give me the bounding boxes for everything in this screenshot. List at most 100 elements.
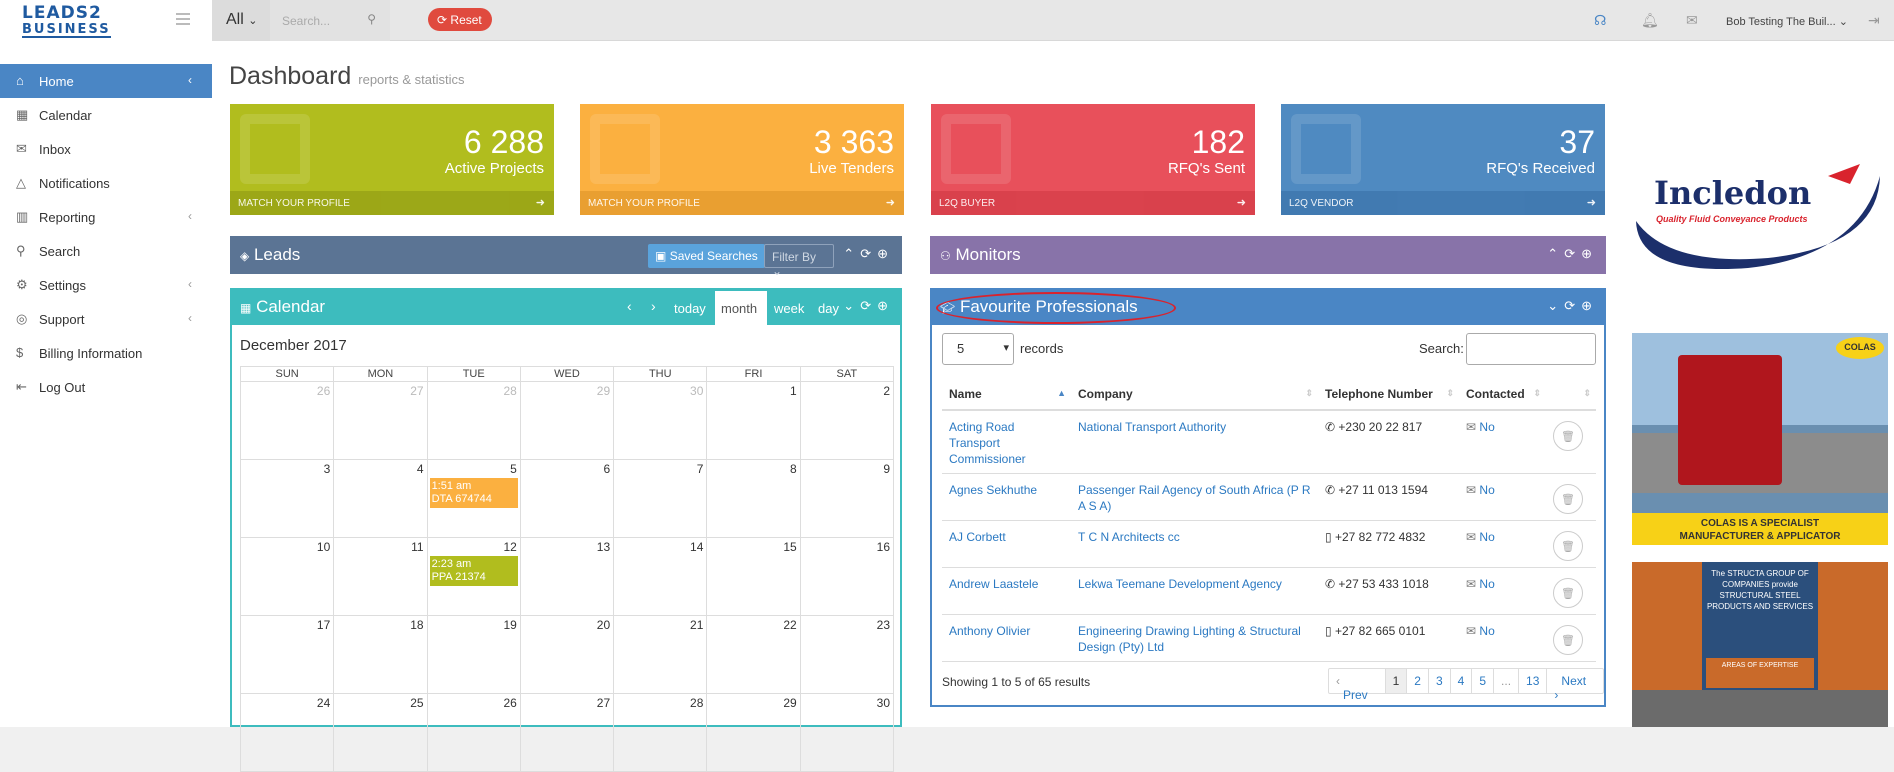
day-cell[interactable]: 19 — [426, 615, 521, 694]
professional-name-link[interactable]: Anthony Olivier — [942, 614, 1071, 662]
fullscreen-icon[interactable]: ⊕ — [1581, 298, 1598, 313]
day-view-button[interactable]: day — [818, 301, 839, 316]
day-cell[interactable]: 10 — [239, 537, 335, 616]
day-cell[interactable]: 20 — [519, 615, 615, 694]
day-cell[interactable]: 27 — [519, 693, 615, 772]
column-header[interactable]: Telephone Number ⇕ — [1318, 378, 1459, 411]
reload-icon[interactable]: ⟳ — [1564, 246, 1581, 261]
reset-button[interactable]: ⟳ Reset — [428, 8, 492, 31]
contacted-cell[interactable]: ✉ No — [1459, 473, 1546, 521]
column-header[interactable]: Name ▲ — [942, 378, 1071, 411]
day-cell[interactable]: 2 — [799, 381, 895, 460]
trash-icon[interactable]: 🗑︎ — [1553, 578, 1583, 608]
fullscreen-icon[interactable]: ⊕ — [1581, 246, 1598, 261]
trash-icon[interactable]: 🗑︎ — [1553, 484, 1583, 514]
week-view-button[interactable]: week — [774, 301, 804, 316]
page-button[interactable]: 3 — [1429, 669, 1451, 693]
day-cell[interactable]: 13 — [519, 537, 615, 616]
ad-incledon[interactable]: Incledon Quality Fluid Conveyance Produc… — [1628, 136, 1888, 281]
contacted-cell[interactable]: ✉ No — [1459, 520, 1546, 568]
sidebar-item-billing[interactable]: $ Billing Information — [0, 336, 212, 370]
stat-footer[interactable]: MATCH YOUR PROFILE ➜ — [230, 191, 554, 215]
search-icon[interactable]: ⚲ — [367, 12, 376, 26]
day-cell[interactable]: 5 1:51 am DTA 674744 — [426, 459, 521, 538]
collapse-icon[interactable]: ⌃ — [1547, 246, 1564, 261]
day-cell[interactable]: 25 — [333, 693, 428, 772]
day-cell[interactable]: 12 2:23 am PPA 21374 — [426, 537, 521, 616]
reload-icon[interactable]: ⟳ — [860, 246, 877, 261]
company-link[interactable]: Lekwa Teemane Development Agency — [1071, 567, 1318, 615]
sidebar-item-inbox[interactable]: ✉ Inbox — [0, 132, 212, 166]
page-button[interactable]: 4 — [1451, 669, 1473, 693]
day-cell[interactable]: 15 — [706, 537, 801, 616]
stat-footer[interactable]: L2Q VENDOR ➜ — [1281, 191, 1605, 215]
panel-controls[interactable]: ⌄⟳⊕ — [1547, 298, 1598, 314]
day-cell[interactable]: 23 — [799, 615, 895, 694]
month-view-button[interactable]: month — [715, 291, 767, 326]
day-cell[interactable]: 14 — [613, 537, 708, 616]
stat-card-active-projects[interactable]: 6 288 Active Projects MATCH YOUR PROFILE… — [230, 104, 554, 215]
professional-name-link[interactable]: Agnes Sekhuthe — [942, 473, 1071, 521]
panel-controls[interactable]: ⌄⟳⊕ — [843, 298, 894, 314]
day-cell[interactable]: 3 — [239, 459, 335, 538]
professional-name-link[interactable]: Andrew Laastele — [942, 567, 1071, 615]
day-cell[interactable]: 18 — [333, 615, 428, 694]
company-link[interactable]: Passenger Rail Agency of South Africa (P… — [1071, 473, 1318, 521]
next-page-button[interactable]: Next › — [1547, 669, 1603, 702]
day-cell[interactable]: 1 — [706, 381, 801, 460]
collapse-icon[interactable]: ⌄ — [1547, 298, 1564, 313]
prev-month-button[interactable]: ‹ — [627, 298, 632, 314]
stat-card-rfqs-received[interactable]: 37 RFQ's Received L2Q VENDOR ➜ — [1281, 104, 1605, 215]
day-cell[interactable]: 11 — [333, 537, 428, 616]
stat-footer[interactable]: MATCH YOUR PROFILE ➜ — [580, 191, 904, 215]
sidebar-item-home[interactable]: ⌂ Home ‹ — [0, 64, 212, 98]
next-month-button[interactable]: › — [651, 298, 656, 314]
contacted-cell[interactable]: ✉ No — [1459, 567, 1546, 615]
column-header[interactable]: Contacted ⇕ — [1459, 378, 1546, 411]
page-size-select[interactable]: 5 — [942, 333, 1014, 365]
company-link[interactable]: T C N Architects cc — [1071, 520, 1318, 568]
day-cell[interactable]: 21 — [613, 615, 708, 694]
fullscreen-icon[interactable]: ⊕ — [877, 246, 894, 261]
panel-controls[interactable]: ⌃⟳⊕ — [843, 246, 894, 262]
sidebar-item-support[interactable]: ◎ Support ‹ — [0, 302, 212, 336]
column-header[interactable]: Company ⇕ — [1071, 378, 1318, 411]
day-cell[interactable]: 29 — [519, 381, 615, 460]
day-cell[interactable]: 8 — [706, 459, 801, 538]
search-scope-select[interactable]: All ⌄ — [212, 0, 270, 41]
day-cell[interactable]: 16 — [799, 537, 895, 616]
filter-by-select[interactable]: Filter By ⌄ — [764, 244, 834, 278]
sidebar-item-settings[interactable]: ⚙ Settings ‹ — [0, 268, 212, 302]
calendar-event[interactable]: 1:51 am DTA 674744 — [429, 478, 518, 508]
professional-name-link[interactable]: Acting Road Transport Commissioner — [942, 410, 1071, 474]
stat-card-live-tenders[interactable]: 3 363 Live Tenders MATCH YOUR PROFILE ➜ — [580, 104, 904, 215]
logo[interactable]: LEADS2 BUSINESS — [0, 0, 212, 41]
sidebar-item-notifications[interactable]: △ Notifications — [0, 166, 212, 200]
page-button[interactable]: 5 — [1472, 669, 1495, 693]
stat-footer[interactable]: L2Q BUYER ➜ — [931, 191, 1255, 215]
logout-icon[interactable]: ⇥ — [1868, 12, 1880, 29]
sidebar-item-calendar[interactable]: ▦ Calendar — [0, 98, 212, 132]
headset-icon[interactable]: ☊ — [1594, 12, 1606, 29]
today-button[interactable]: today — [674, 301, 706, 316]
day-cell[interactable]: 22 — [706, 615, 801, 694]
day-cell[interactable]: 17 — [239, 615, 335, 694]
trash-icon[interactable]: 🗑︎ — [1553, 625, 1583, 655]
day-cell[interactable]: 27 — [333, 381, 428, 460]
company-link[interactable]: National Transport Authority — [1071, 410, 1318, 474]
day-cell[interactable]: 9 — [799, 459, 895, 538]
day-cell[interactable]: 30 — [613, 381, 708, 460]
ad-colas[interactable]: COLAS COLAS IS A SPECIALIST MANUFACTURER… — [1632, 333, 1888, 545]
page-button[interactable]: 2 — [1407, 669, 1429, 693]
envelope-icon[interactable]: ✉ — [1686, 12, 1698, 29]
day-cell[interactable]: 24 — [239, 693, 335, 772]
day-cell[interactable]: 6 — [519, 459, 615, 538]
sidebar-item-reporting[interactable]: ▥ Reporting ‹ — [0, 200, 212, 234]
panel-controls[interactable]: ⌃⟳⊕ — [1547, 246, 1598, 262]
sidebar-item-search[interactable]: ⚲ Search — [0, 234, 212, 268]
contacted-cell[interactable]: ✉ No — [1459, 410, 1546, 474]
search-input[interactable]: Search... ⚲ — [270, 0, 390, 41]
collapse-icon[interactable]: ⌄ — [843, 298, 860, 313]
saved-searches-button[interactable]: ▣ Saved Searches — [648, 244, 765, 268]
collapse-icon[interactable]: ⌃ — [843, 246, 860, 261]
